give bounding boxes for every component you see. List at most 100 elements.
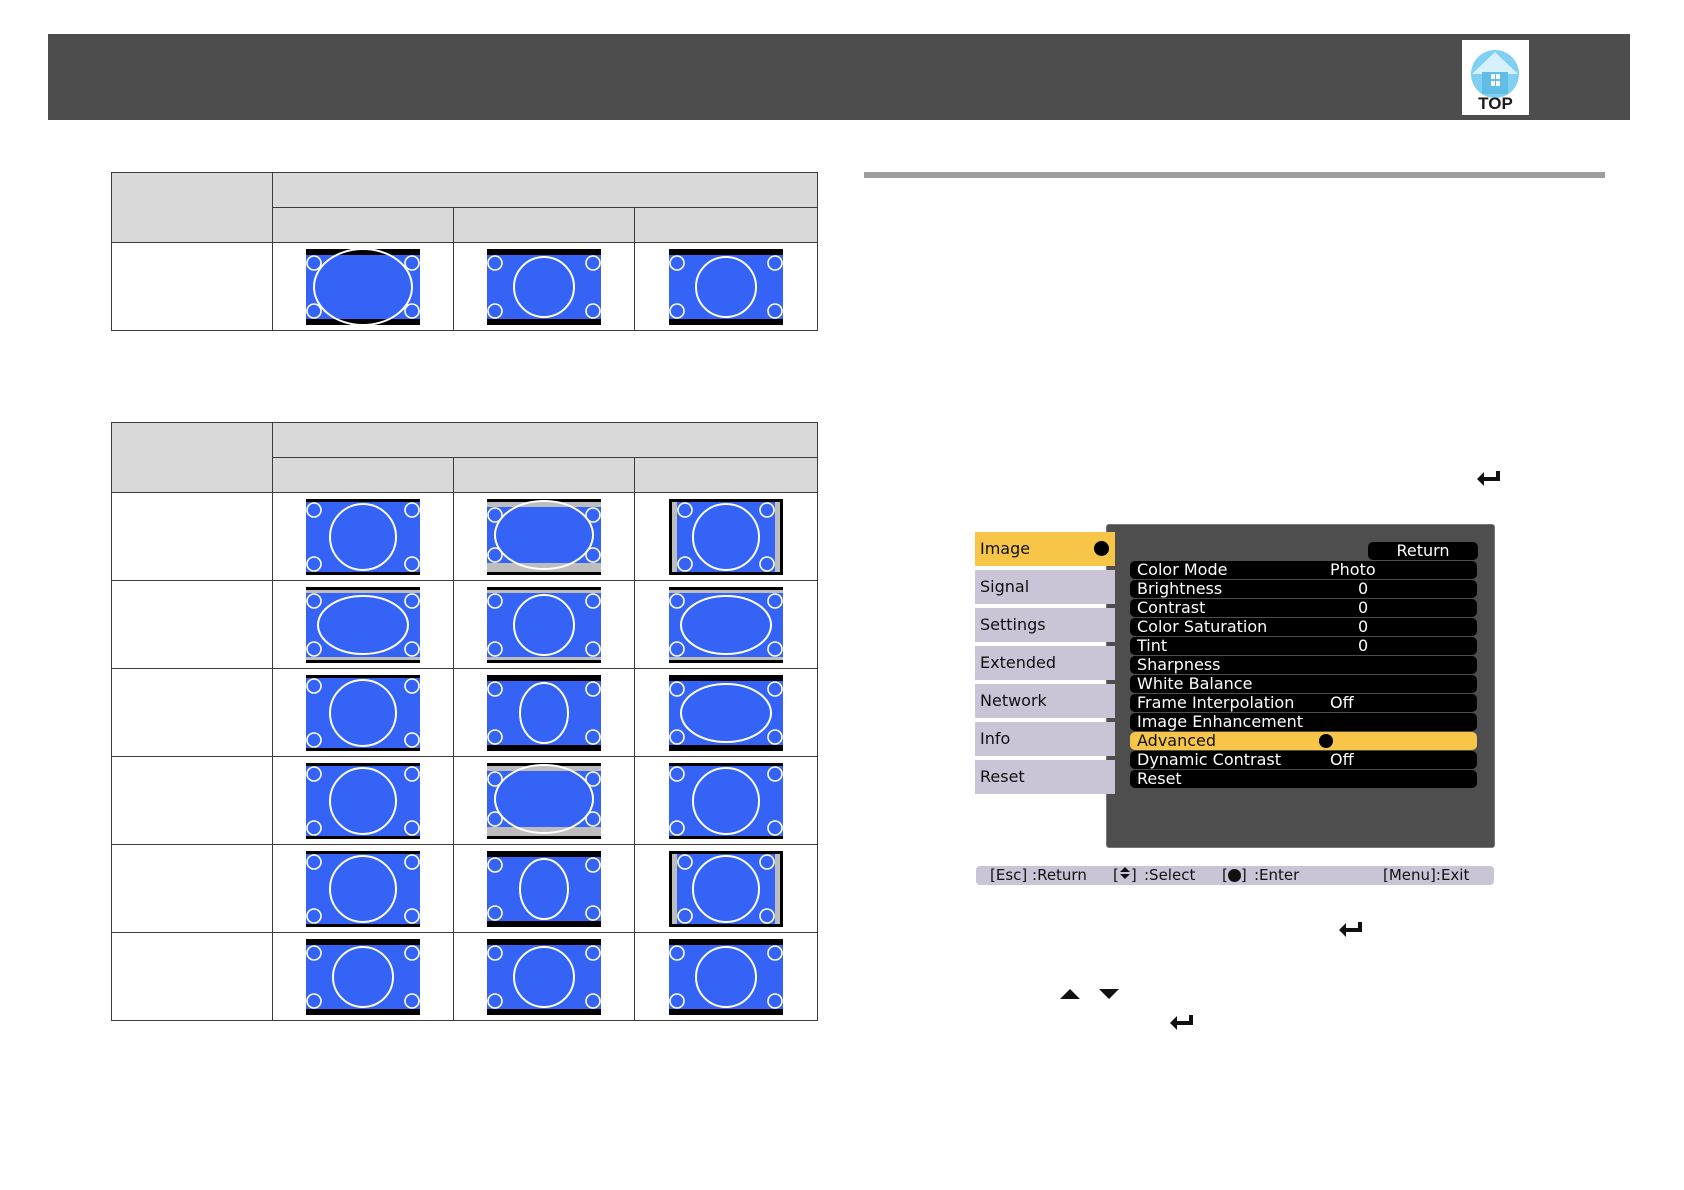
menu-row-white-balance[interactable]: White Balance [1130,675,1477,693]
row-label-cell [111,844,273,933]
menu-tab-label: Info [980,729,1011,748]
row-label-cell [111,242,273,331]
projected-image-thumbnail [487,498,601,575]
return-button[interactable]: Return [1368,542,1478,560]
menu-row-brightness[interactable]: Brightness 0 [1130,580,1477,598]
image-cell [272,756,454,845]
hint-enter: :Enter [1254,866,1300,884]
menu-row-value: 0 [1358,598,1369,617]
menu-row-value: Photo [1330,560,1376,579]
image-cell [272,932,454,1021]
image-cell [272,580,454,669]
row-label-cell [111,668,273,757]
enter-icon [1339,922,1362,937]
row-label-cell [111,932,273,1021]
menu-row-value: 0 [1358,579,1369,598]
image-cell [633,756,819,845]
menu-row-label: White Balance [1137,674,1253,693]
menu-tab-extended[interactable]: Extended [975,646,1115,680]
image-cell [633,668,819,757]
up-arrow-icon [1060,989,1080,999]
menu-row-label: Frame Interpolation [1137,693,1295,712]
top-link-button[interactable]: TOP [1462,40,1529,115]
menu-tab-info[interactable]: Info [975,722,1115,756]
projected-image-thumbnail [669,850,783,927]
projected-image-thumbnail [487,762,601,839]
column-header-cell [453,457,635,493]
menu-row-label: Tint [1137,636,1168,655]
enter-icon [1094,541,1109,556]
projected-image-thumbnail [487,674,601,751]
section-rule [864,172,1605,178]
table-row [111,844,819,933]
image-cell [633,580,819,669]
image-cell [633,492,819,581]
enter-icon [1170,1015,1193,1030]
image-cell [453,932,635,1021]
projected-image-thumbnail [306,938,420,1015]
image-cell [453,242,635,331]
header-corner-cell [111,172,273,243]
image-cell [633,242,819,331]
projected-image-thumbnail [306,850,420,927]
header-span-cell [271,422,819,458]
image-cell [453,844,635,933]
enter-icon [1227,869,1241,882]
header-bar [48,34,1630,120]
hint-select: :Select [1144,866,1196,884]
menu-tab-label: Network [980,691,1047,710]
row-label-cell [111,492,273,581]
menu-row-frame-interpolation[interactable]: Frame Interpolation Off [1130,694,1477,712]
menu-tab-settings[interactable]: Settings [975,608,1115,642]
enter-icon [1477,471,1500,486]
projected-image-thumbnail [669,586,783,663]
menu-tab-image[interactable]: Image [975,532,1115,566]
image-cell [453,492,635,581]
projected-image-thumbnail [306,762,420,839]
aspect-table-1 [111,172,819,331]
menu-row-label: Reset [1137,769,1182,788]
menu-row-color-saturation[interactable]: Color Saturation 0 [1130,618,1477,636]
menu-row-value: Off [1330,750,1354,769]
menu-tab-signal[interactable]: Signal [975,570,1115,604]
hint-select-bracket: [] [1113,866,1137,884]
table-row [111,756,819,845]
column-header-cell [453,207,635,243]
image-cell [272,668,454,757]
menu-row-sharpness[interactable]: Sharpness [1130,656,1477,674]
hint-esc: [Esc] :Return [990,866,1087,884]
menu-row-label: Color Mode [1137,560,1228,579]
header-span-cell [271,172,819,208]
column-header-cell [633,207,819,243]
menu-row-label: Contrast [1137,598,1206,617]
image-cell [633,932,819,1021]
projected-image-thumbnail [669,498,783,575]
projected-image-thumbnail [669,762,783,839]
menu-row-label: Dynamic Contrast [1137,750,1282,769]
hint-enter-bracket: [] [1222,866,1247,884]
header-corner-cell [111,422,273,493]
projected-image-thumbnail [487,586,601,663]
menu-row-tint[interactable]: Tint 0 [1130,637,1477,655]
menu-row-dynamic-contrast[interactable]: Dynamic Contrast Off [1130,751,1477,769]
menu-row-image-enhancement[interactable]: Image Enhancement [1130,713,1477,731]
menu-row-contrast[interactable]: Contrast 0 [1130,599,1477,617]
row-label-cell [111,580,273,669]
menu-tab-label: Extended [980,653,1056,672]
image-cell [453,668,635,757]
enter-icon [1319,734,1333,748]
menu-row-label: Color Saturation [1137,617,1268,636]
home-icon [1471,50,1519,98]
menu-row-color-mode[interactable]: Color Mode Photo [1130,561,1477,579]
row-label-cell [111,756,273,845]
menu-tab-label: Signal [980,577,1030,596]
menu-row-advanced[interactable]: Advanced [1130,732,1477,750]
menu-tab-reset[interactable]: Reset [975,760,1115,794]
menu-tab-network[interactable]: Network [975,684,1115,718]
projected-image-thumbnail [306,248,420,325]
table-row [111,580,819,669]
projected-image-thumbnail [306,498,420,575]
menu-row-reset[interactable]: Reset [1130,770,1477,788]
image-cell [453,580,635,669]
table-row [111,668,819,757]
